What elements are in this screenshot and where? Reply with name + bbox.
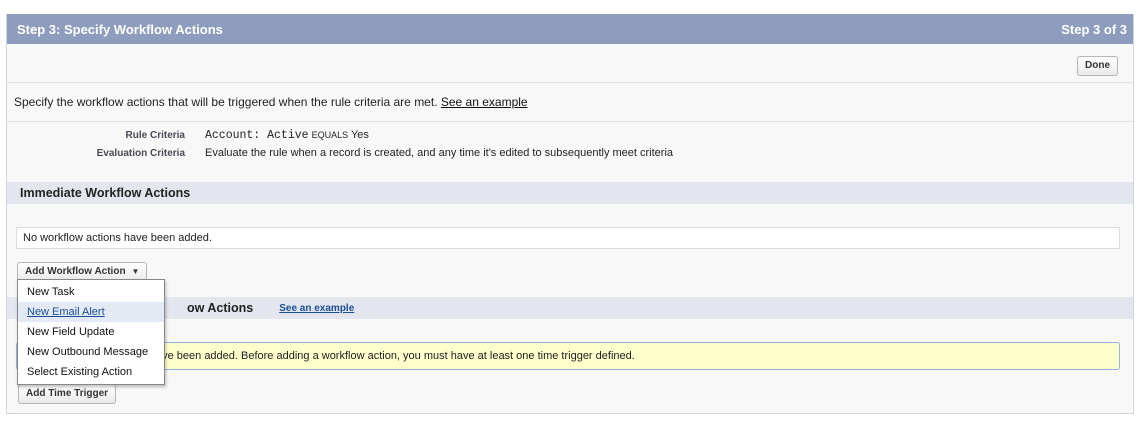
menu-item-new-outbound-message[interactable]: New Outbound Message: [18, 342, 164, 362]
see-example-link[interactable]: See an example: [441, 95, 528, 109]
time-triggered-title: ow Actions: [187, 301, 254, 315]
workflow-step-panel: Step 3: Specify Workflow Actions Step 3 …: [6, 14, 1134, 414]
time-triggered-actions-header: ow Actions See an example: [7, 297, 1133, 319]
rule-value: Yes: [350, 129, 369, 141]
criteria-block: Rule Criteria Account: Active EQUALS Yes…: [7, 122, 1133, 162]
evaluation-criteria-label: Evaluation Criteria: [96, 147, 185, 159]
rule-operator: EQUALS: [311, 130, 349, 140]
menu-item-new-email-alert[interactable]: New Email Alert: [18, 302, 164, 322]
done-button[interactable]: Done: [1077, 56, 1118, 76]
step-header: Step 3: Specify Workflow Actions Step 3 …: [7, 14, 1133, 44]
time-triggered-warning-text: ave been added. Before adding a workflow…: [156, 350, 635, 362]
menu-item-new-task[interactable]: New Task: [18, 282, 164, 302]
immediate-empty-text: No workflow actions have been added.: [23, 232, 212, 244]
time-triggered-see-example-link[interactable]: See an example: [279, 303, 354, 314]
time-triggered-warning: ave been added. Before adding a workflow…: [16, 342, 1120, 370]
intro-description: Specify the workflow actions that will b…: [14, 95, 438, 109]
add-time-trigger-button[interactable]: Add Time Trigger: [18, 384, 117, 404]
immediate-actions-header: Immediate Workflow Actions: [7, 182, 1133, 204]
rule-criteria-value: Account: Active EQUALS Yes: [205, 129, 369, 142]
step-indicator: Step 3 of 3: [1061, 21, 1127, 37]
evaluation-criteria-row: Evaluation Criteria Evaluate the rule wh…: [7, 147, 1133, 159]
add-workflow-action-label: Add Workflow Action: [25, 266, 126, 277]
rule-criteria-label: Rule Criteria: [125, 130, 185, 141]
add-workflow-action-menu: New Task New Email Alert New Field Updat…: [17, 279, 165, 385]
intro-text: Specify the workflow actions that will b…: [7, 83, 1133, 122]
menu-item-new-field-update[interactable]: New Field Update: [18, 322, 164, 342]
rule-field: Account: Active: [205, 129, 309, 142]
immediate-actions-title: Immediate Workflow Actions: [20, 186, 191, 200]
evaluation-criteria-value: Evaluate the rule when a record is creat…: [205, 147, 674, 159]
menu-item-select-existing-action[interactable]: Select Existing Action: [18, 362, 164, 382]
chevron-down-icon: ▼: [131, 267, 140, 276]
step-title: Step 3: Specify Workflow Actions: [17, 21, 223, 37]
immediate-empty-message: No workflow actions have been added.: [16, 227, 1120, 249]
top-button-row: Done: [7, 44, 1133, 83]
rule-criteria-row: Rule Criteria Account: Active EQUALS Yes: [7, 129, 1133, 142]
